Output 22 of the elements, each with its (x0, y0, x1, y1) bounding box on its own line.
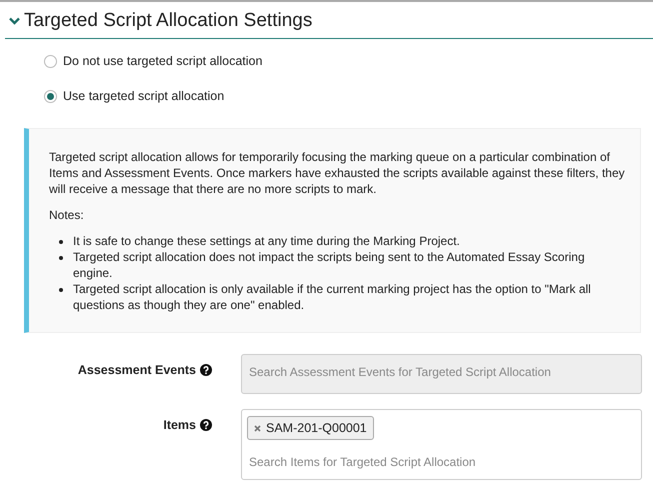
radio-button[interactable] (44, 90, 57, 102)
notes-label: Notes: (49, 207, 85, 223)
field-label: Items (163, 418, 196, 432)
note-text: Targeted script allocation does not impact the scripts being sent to the Automated Essay Scoring engine. (73, 249, 586, 281)
radio-button[interactable] (44, 54, 57, 68)
radio-label[interactable]: Use targeted script allocation (63, 89, 224, 103)
radio-label[interactable]: Do not use targeted script allocation (63, 54, 262, 68)
chevron-down-icon[interactable] (9, 17, 20, 25)
remove-icon[interactable] (254, 424, 261, 432)
help-icon[interactable] (200, 419, 212, 431)
bullet-icon (59, 288, 63, 292)
info-text: Targeted script allocation allows for temporarily focusing the marking queue on a particular combination of Items and Assessment Events. Once markers have exhausted the scripts available against these filters, they will receive a message that there are no more scripts to mark. (49, 149, 626, 197)
note-text: It is safe to change these settings at any time during the Marking Project. (73, 233, 460, 249)
help-icon[interactable] (200, 364, 212, 376)
search-input[interactable]: Search Items for Targeted Script Allocation (247, 451, 636, 469)
tag-input-box[interactable]: SAM-201-Q00001 Search Items for Targeted Script Allocation (241, 409, 642, 480)
note-text: Targeted script allocation is only available if the current marking project has the option to "Mark all questions as though they are one" enabled. (73, 281, 592, 313)
item-tag[interactable]: SAM-201-Q00001 (247, 416, 374, 440)
bullet-icon (59, 240, 63, 244)
section-title: Targeted Script Allocation Settings (24, 10, 312, 32)
bullet-icon (59, 256, 63, 260)
field-label: Assessment Events (78, 363, 196, 377)
